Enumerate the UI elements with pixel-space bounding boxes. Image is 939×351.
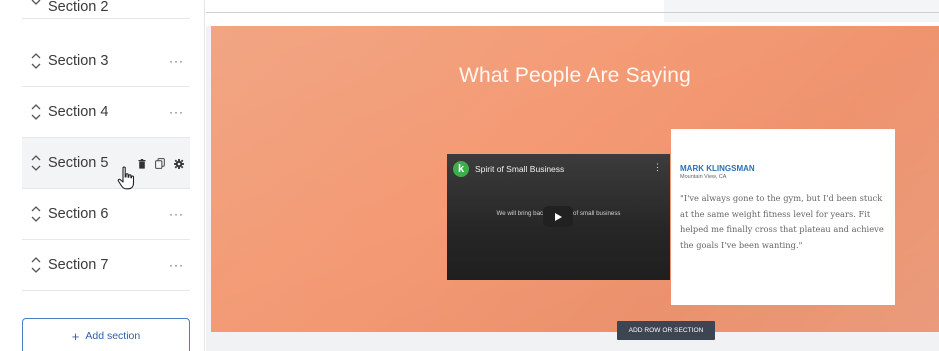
video-title[interactable]: Spirit of Small Business <box>475 164 564 174</box>
previous-section-block <box>664 0 939 22</box>
section-label: Section 5 <box>48 155 109 171</box>
reorder-chevrons-icon[interactable] <box>30 153 42 173</box>
previous-section-strip <box>206 0 939 26</box>
section-item-6[interactable]: Section 6 ··· <box>22 189 190 240</box>
trash-icon[interactable] <box>138 156 146 174</box>
play-icon <box>555 212 562 221</box>
gear-icon[interactable] <box>174 156 184 174</box>
reorder-chevrons-icon[interactable] <box>30 255 42 275</box>
more-options-button[interactable]: ··· <box>169 106 184 118</box>
channel-logo-icon: k <box>453 161 469 177</box>
sections-sidebar: Section 2 Section 3 ··· Section 4 ··· Se… <box>0 0 205 351</box>
add-section-button[interactable]: + Add section <box>22 318 190 351</box>
section-item-2[interactable]: Section 2 <box>22 0 190 19</box>
section-actions <box>138 156 184 174</box>
copy-icon[interactable] <box>155 156 165 174</box>
add-row-or-section-button[interactable]: ADD ROW OR SECTION <box>617 321 715 340</box>
section-item-5[interactable]: Section 5 <box>22 138 190 189</box>
more-options-button[interactable]: ··· <box>169 208 184 220</box>
testimonial-section[interactable]: What People Are Saying MARK KLINGSMAN Mo… <box>211 26 939 332</box>
testimonial-location: Mountain View, CA <box>680 174 727 180</box>
testimonial-card[interactable]: MARK KLINGSMAN Mountain View, CA "I've a… <box>671 129 895 305</box>
section-heading[interactable]: What People Are Saying <box>211 64 939 88</box>
page-canvas: What People Are Saying MARK KLINGSMAN Mo… <box>206 0 939 351</box>
more-options-button[interactable]: ··· <box>169 55 184 67</box>
section-label: Section 6 <box>48 206 109 222</box>
section-label: Section 4 <box>48 104 109 120</box>
section-item-4[interactable]: Section 4 ··· <box>22 87 190 138</box>
reorder-chevrons-icon[interactable] <box>30 102 42 122</box>
add-section-label: Add section <box>85 330 141 342</box>
reorder-chevrons-icon[interactable] <box>30 0 42 7</box>
section-label: Section 2 <box>48 0 109 15</box>
more-options-button[interactable]: ··· <box>169 259 184 271</box>
reorder-chevrons-icon[interactable] <box>30 51 42 71</box>
section-divider <box>206 12 939 13</box>
plus-icon: + <box>71 328 80 344</box>
section-label: Section 7 <box>48 257 109 273</box>
section-label: Section 3 <box>48 53 109 69</box>
section-item-3[interactable]: Section 3 ··· <box>22 36 190 87</box>
reorder-chevrons-icon[interactable] <box>30 204 42 224</box>
video-embed[interactable]: k Spirit of Small Business ⋮ We will bri… <box>447 154 670 280</box>
section-item-7[interactable]: Section 7 ··· <box>22 240 190 291</box>
play-button[interactable] <box>543 206 573 227</box>
testimonial-quote: "I've always gone to the gym, but I'd be… <box>680 193 884 250</box>
testimonial-name: MARK KLINGSMAN <box>680 164 755 173</box>
video-menu-icon[interactable]: ⋮ <box>653 163 662 172</box>
